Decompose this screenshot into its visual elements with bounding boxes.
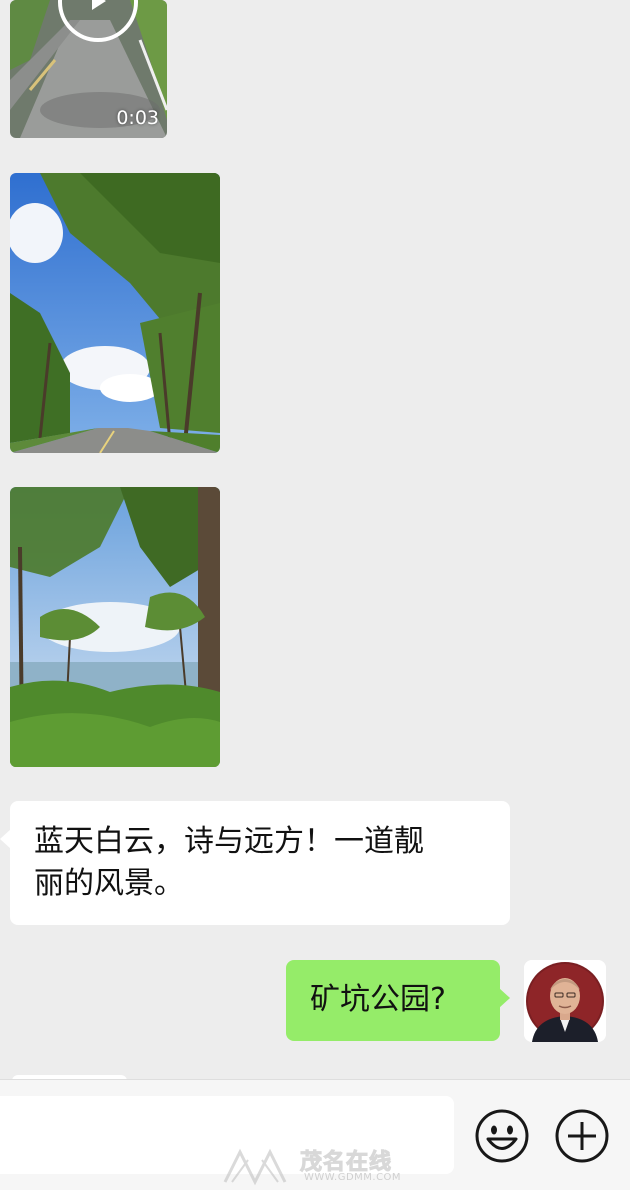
message-text-line: 丽的风景。 <box>34 866 184 901</box>
outgoing-message-bubble[interactable]: 矿坑公园? <box>286 960 510 1041</box>
plus-circle-icon <box>555 1109 609 1163</box>
video-message[interactable]: 0:03 <box>10 0 167 138</box>
message-text: 矿坑公园? <box>310 982 446 1017</box>
more-button[interactable] <box>554 1108 610 1164</box>
input-bar <box>0 1079 630 1190</box>
avatar[interactable] <box>524 960 606 1042</box>
image-message[interactable] <box>10 173 220 453</box>
lake-photo <box>10 487 220 767</box>
message-input[interactable] <box>0 1096 454 1174</box>
incoming-message-bubble[interactable]: 蓝天白云，诗与远方！一道靓 丽的风景。 <box>0 801 510 925</box>
chat-screen: 0:03 蓝天白云，诗与远方！一道靓 丽的风景。 矿坑公园? 茂名在线 WWW.… <box>0 0 630 1190</box>
video-duration: 0:03 <box>116 107 159 129</box>
image-message[interactable] <box>10 487 220 767</box>
message-text-line: 蓝天白云，诗与远方！一道靓 <box>34 824 424 859</box>
road-photo <box>10 173 220 453</box>
emoji-icon <box>475 1109 529 1163</box>
avatar-photo <box>524 960 606 1042</box>
emoji-button[interactable] <box>474 1108 530 1164</box>
